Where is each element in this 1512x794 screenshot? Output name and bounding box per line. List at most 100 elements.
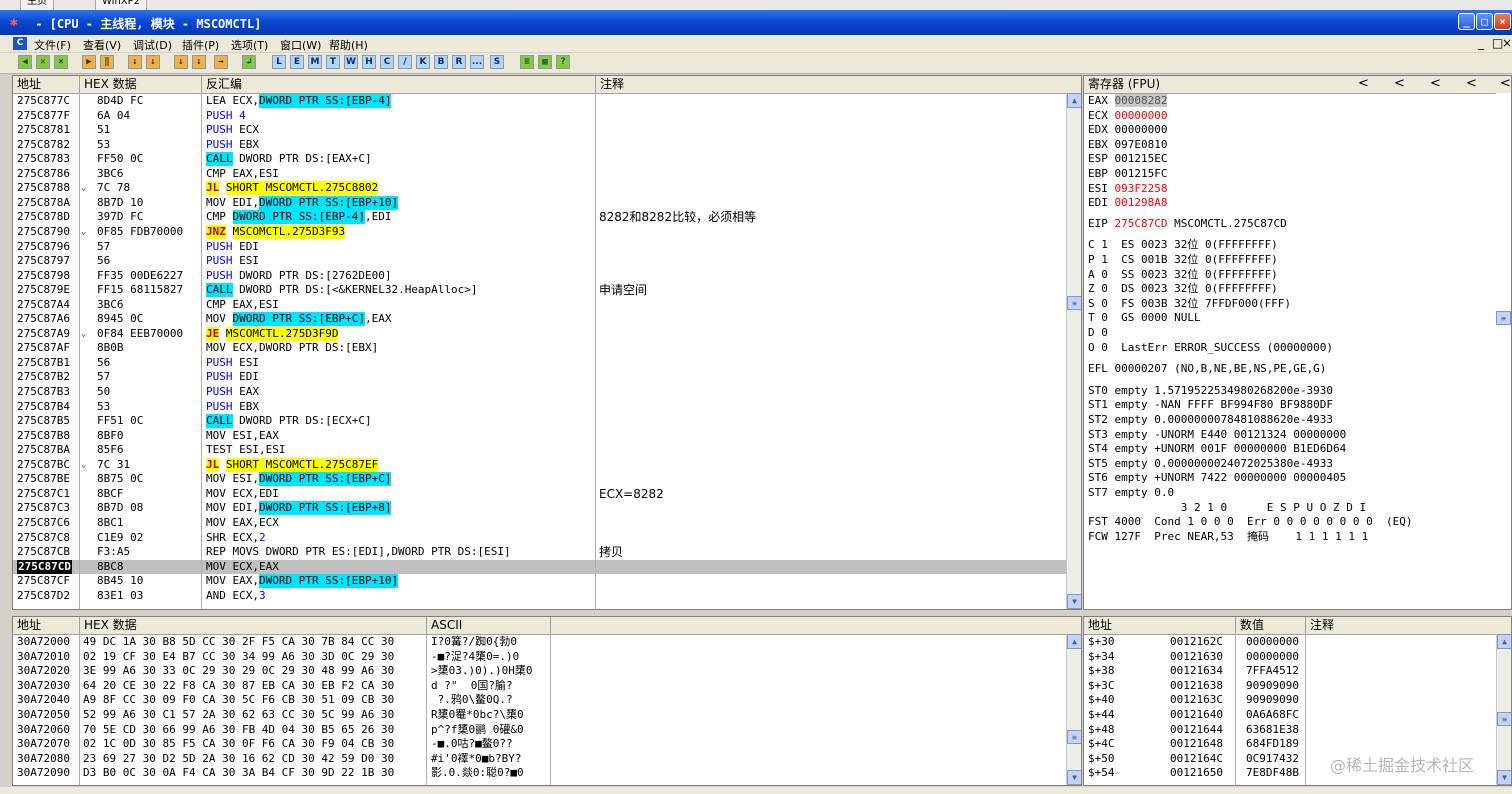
dump-row[interactable]: 30A72090 D3 B0 0C 30 0A F4 CA 30 3A B4 CF… (13, 766, 1066, 781)
col-address[interactable]: 地址 (13, 76, 80, 93)
dump-row[interactable]: 30A72010 02 19 CF 30 E4 B7 CC 30 34 99 A6… (13, 650, 1066, 665)
fpu-st-line[interactable]: ST3 empty -UNORM E440 00121324 00000000 (1088, 428, 1346, 442)
disasm-row[interactable]: 275C878A 8B7D 10 MOV EDI,DWORD PTR SS:[EBP… (13, 195, 1066, 211)
nav-left-icon[interactable]: < (1500, 76, 1511, 91)
patches-window-button[interactable]: / (398, 55, 412, 69)
dump-scroll-up-icon[interactable]: ▲ (1067, 634, 1081, 649)
list-icon[interactable]: ≡ (520, 55, 534, 69)
dump-col-ascii[interactable]: ASCII (427, 617, 551, 634)
close-button[interactable]: × (1494, 13, 1511, 30)
run-trace-window-button[interactable]: ... (470, 55, 484, 69)
reg-scroll-thumb[interactable]: ≡ (1496, 311, 1511, 325)
stack-row[interactable]: $+4C 00121648 684FD189 (1084, 737, 1494, 752)
trace-over-icon[interactable]: ↓ (192, 55, 206, 69)
disasm-row[interactable]: 275C87CD 8BC8 MOV ECX,EAX (13, 559, 1066, 575)
menu-plugins[interactable]: 插件(P) (182, 37, 219, 53)
disasm-row[interactable]: 275C87CB F3:A5 REP MOVS DWORD PTR ES:[EDI]… (13, 545, 1066, 560)
fpu-st-line[interactable]: ST0 empty 1.5719522534980268200e-3930 (1088, 384, 1333, 398)
dump-row[interactable]: 30A72030 64 20 CE 30 22 F8 CA 30 87 EB CA… (13, 679, 1066, 694)
goto-icon[interactable]: ↲ (242, 55, 256, 69)
dump-row[interactable]: 30A72000 49 DC 1A 30 B8 5D CC 30 2F F5 CA… (13, 635, 1066, 650)
host-tab-vm[interactable]: WinXP2 (95, 0, 148, 10)
register-value[interactable]: 093F2258 (1115, 182, 1168, 195)
disasm-row[interactable]: 275C87C1 8BCF MOV ECX,EDI ECX=8282 (13, 487, 1066, 502)
disasm-row[interactable]: 275C87B3 50 PUSH EAX (13, 385, 1066, 400)
disasm-row[interactable]: 275C878D 397D FC CMP DWORD PTR SS:[EBP-4],… (13, 210, 1066, 225)
stack-scroll-thumb[interactable]: ≡ (1497, 712, 1511, 726)
dump-scroll-thumb[interactable]: ≡ (1067, 730, 1081, 744)
scroll-thumb[interactable]: ≡ (1067, 296, 1081, 310)
stack-col-address[interactable]: 地址 (1084, 617, 1236, 634)
disasm-row[interactable]: 275C87A4 3BC6 CMP EAX,ESI (13, 298, 1066, 313)
disasm-row[interactable]: 275C8788 ⌄ 7C 78 JL SHORT MSCOMCTL.275C8802 (13, 181, 1066, 196)
efl-line[interactable]: EFL 00000207 (NO,B,NE,BE,NS,PE,GE,G) (1088, 362, 1326, 376)
disassembly-scrollbar[interactable]: ▲ ≡ ▼ (1066, 93, 1081, 609)
minimize-button[interactable]: _ (1458, 13, 1475, 30)
disasm-row[interactable]: 275C8796 57 PUSH EDI (13, 240, 1066, 255)
register-value[interactable]: 00008282 (1114, 94, 1168, 107)
dump-col-address[interactable]: 地址 (13, 617, 80, 634)
dump-row[interactable]: 30A72040 A9 8F CC 30 09 F0 CA 30 5C F6 CB… (13, 693, 1066, 708)
disasm-row[interactable]: 275C8781 51 PUSH ECX (13, 123, 1066, 138)
fst-line[interactable]: FST 4000 Cond 1 0 0 0 Err 0 0 0 0 0 0 0 … (1088, 515, 1413, 529)
host-tab-home[interactable]: 主页 (20, 0, 54, 10)
fpu-st-line[interactable]: ST2 empty 0.0000000078481088620e-4933 (1088, 413, 1333, 427)
memory-dump-pane[interactable]: 地址 HEX 数据 ASCII 30A72000 49 DC 1A 30 B8 5… (12, 616, 1082, 786)
execute-till-return-icon[interactable]: → (214, 55, 228, 69)
trace-into-icon[interactable]: ↓ (174, 55, 188, 69)
flag-segment-line[interactable]: P 1 CS 001B 32位 0(FFFFFFFF) (1088, 253, 1278, 267)
handles-window-button[interactable]: H (362, 55, 376, 69)
log-window-button[interactable]: L (272, 55, 286, 69)
disasm-row[interactable]: 275C87B2 57 PUSH EDI (13, 370, 1066, 385)
stack-col-value[interactable]: 数值 (1236, 617, 1306, 634)
stack-row[interactable]: $+44 00121640 0A6A68FC (1084, 708, 1494, 723)
flag-segment-line[interactable]: C 1 ES 0023 32位 0(FFFFFFFF) (1088, 238, 1278, 252)
disasm-row[interactable]: 275C877F 6A 04 PUSH 4 (13, 109, 1066, 124)
disasm-row[interactable]: 275C87BA 85F6 TEST ESI,ESI (13, 443, 1066, 458)
flag-segment-line[interactable]: Z 0 DS 0023 32位 0(FFFFFFFF) (1088, 282, 1278, 296)
stack-scrollbar[interactable]: ▲ ≡ ▼ (1496, 634, 1511, 785)
register-value[interactable]: 001215FC (1115, 167, 1168, 180)
disasm-row[interactable]: 275C87B5 FF51 0C CALL DWORD PTR DS:[ECX+C] (13, 414, 1066, 429)
disasm-row[interactable]: 275C8783 FF50 0C CALL DWORD PTR DS:[EAX+C] (13, 152, 1066, 167)
memory-window-button[interactable]: M (308, 55, 322, 69)
source-window-button[interactable]: S (490, 55, 504, 69)
flag-segment-line[interactable]: S 0 FS 003B 32位 7FFDF000(FFF) (1088, 297, 1291, 311)
stack-row[interactable]: $+3C 00121638 90909090 (1084, 679, 1494, 694)
col-hex[interactable]: HEX 数据 (80, 76, 202, 93)
register-value[interactable]: 00000000 (1115, 109, 1168, 122)
dump-row[interactable]: 30A72060 70 5E CD 30 66 99 A6 30 FB 4D 04… (13, 723, 1066, 738)
threads-window-button[interactable]: T (326, 55, 340, 69)
menu-file[interactable]: 文件(F) (34, 37, 71, 53)
dump-row[interactable]: 30A72070 02 1C 0D 30 85 F5 CA 30 0F F6 CA… (13, 737, 1066, 752)
open-icon[interactable]: ◀ (18, 55, 32, 69)
menu-help[interactable]: 帮助(H) (329, 37, 368, 53)
register-value[interactable]: 00000000 (1115, 123, 1168, 136)
disasm-row[interactable]: 275C87C6 8BC1 MOV EAX,ECX (13, 516, 1066, 531)
disasm-row[interactable]: 275C87BE 8B75 0C MOV ESI,DWORD PTR SS:[EBP… (13, 472, 1066, 487)
mdi-close-icon[interactable]: × (1502, 36, 1512, 50)
registers-scrollbar[interactable]: ≡ (1496, 93, 1511, 609)
stack-row[interactable]: $+34 00121630 00000000 (1084, 650, 1494, 665)
disasm-row[interactable]: 275C8790 ⌄ 0F85 FDB70000 JNZ MSCOMCTL.275D3… (13, 224, 1066, 240)
scroll-down-icon[interactable]: ▼ (1067, 594, 1081, 609)
disasm-row[interactable]: 275C87AF 8B0B MOV ECX,DWORD PTR DS:[EBX] (13, 341, 1066, 356)
disassembly-pane[interactable]: 地址 HEX 数据 反汇编 注释 275C877C 8D4D FC LEA ECX,… (12, 75, 1082, 610)
register-value[interactable]: 001298A8 (1115, 196, 1168, 209)
fpu-st-line[interactable]: ST7 empty 0.0 (1088, 486, 1174, 500)
step-into-icon[interactable]: ↓ (128, 55, 142, 69)
disasm-row[interactable]: 275C877C 8D4D FC LEA ECX,DWORD PTR SS:[EBP… (13, 94, 1066, 109)
disasm-row[interactable]: 275C87B8 8BF0 MOV ESI,EAX (13, 429, 1066, 444)
disasm-row[interactable]: 275C8782 53 PUSH EBX (13, 138, 1066, 153)
disasm-row[interactable]: 275C87BC ⌄ 7C 31 JL SHORT MSCOMCTL.275C87EF (13, 457, 1066, 473)
disasm-row[interactable]: 275C8786 3BC6 CMP EAX,ESI (13, 167, 1066, 182)
stack-row[interactable]: $+30 0012162C 00000000 (1084, 635, 1494, 650)
disasm-row[interactable]: 275C8797 56 PUSH ESI (13, 254, 1066, 269)
stack-row[interactable]: $+38 00121634 7FFA4512 (1084, 664, 1494, 679)
stack-row[interactable]: $+48 00121644 63681E38 (1084, 723, 1494, 738)
col-disasm[interactable]: 反汇编 (202, 76, 596, 93)
dump-row[interactable]: 30A72050 52 99 A6 30 C1 57 2A 30 62 63 CC… (13, 708, 1066, 723)
eip-value[interactable]: 275C87CD (1115, 217, 1168, 230)
mdi-minimize-icon[interactable]: _ (1478, 36, 1484, 50)
modules-window-button[interactable]: E (290, 55, 304, 69)
